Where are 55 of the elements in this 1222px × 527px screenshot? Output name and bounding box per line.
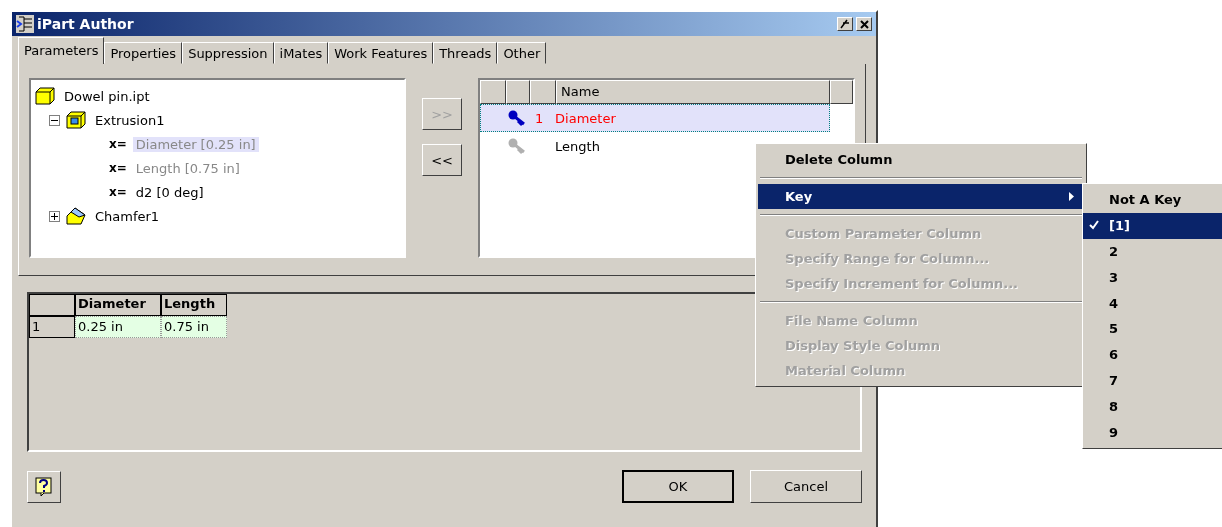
column-header[interactable] [480, 80, 507, 104]
window-title: iPart Author [37, 16, 134, 32]
column-name: Length [555, 138, 600, 154]
corner-cell[interactable] [29, 294, 75, 316]
close-icon[interactable] [856, 17, 872, 31]
submenu-arrow-icon [1069, 192, 1074, 201]
menu-item[interactable]: 9 [1083, 419, 1222, 445]
table-cell[interactable]: 0.25 in [75, 316, 161, 338]
collapse-icon[interactable] [49, 114, 60, 126]
menu-item[interactable]: [1] [1083, 212, 1222, 239]
tree-item[interactable]: d2 [0 deg] [132, 184, 207, 200]
tree-item[interactable]: Dowel pin.ipt [61, 88, 153, 104]
expand-icon[interactable] [49, 210, 60, 222]
cancel-button[interactable]: Cancel [750, 470, 862, 503]
tab[interactable]: Parameters [18, 37, 105, 64]
menu-item[interactable]: 2 [1083, 238, 1222, 265]
menu-item[interactable]: 8 [1083, 393, 1222, 420]
column-header[interactable]: Name [556, 80, 831, 104]
menu-item[interactable]: Delete Column [758, 147, 1084, 172]
column-header[interactable] [830, 80, 853, 104]
parameter-symbol: x= [109, 161, 127, 175]
table-cell[interactable]: 0.75 in [161, 316, 227, 338]
move-button[interactable]: << [422, 144, 463, 176]
menu-item[interactable]: 6 [1083, 341, 1222, 368]
tree-item[interactable]: Chamfer1 [92, 208, 163, 224]
menu-item[interactable]: 3 [1083, 264, 1222, 291]
help-icon [35, 476, 53, 497]
parameter-symbol: x= [109, 137, 127, 151]
menu-item[interactable]: 4 [1083, 290, 1222, 316]
ok-button[interactable]: OK [622, 470, 734, 503]
chamfer-icon [66, 207, 86, 225]
tab[interactable]: Other [497, 42, 547, 64]
tab[interactable]: Threads [433, 42, 498, 64]
extrusion-icon [66, 111, 86, 129]
tree-item[interactable]: Extrusion1 [92, 112, 168, 128]
parameter-symbol: x= [109, 185, 127, 199]
menu-item[interactable]: 7 [1083, 367, 1222, 394]
menu-item[interactable]: Key [758, 184, 1084, 209]
help-button[interactable] [27, 470, 61, 503]
app-icon [16, 15, 34, 33]
row-header[interactable]: 1 [29, 316, 75, 338]
column-name: Diameter [555, 110, 616, 126]
tab[interactable]: Properties [104, 42, 183, 64]
column-header[interactable]: Diameter [75, 294, 161, 316]
column-header[interactable] [530, 80, 557, 104]
menu-item[interactable]: Not A Key [1083, 187, 1222, 213]
tab[interactable]: iMates [273, 42, 329, 64]
help-icon[interactable] [837, 17, 853, 31]
cube-icon [35, 87, 55, 105]
tab[interactable]: Work Features [328, 42, 434, 64]
menu-item[interactable]: 5 [1083, 316, 1222, 342]
key-number: 1 [535, 110, 544, 126]
tab[interactable]: Suppression [182, 42, 274, 64]
column-header[interactable]: Length [161, 294, 227, 316]
column-header[interactable] [506, 80, 531, 104]
